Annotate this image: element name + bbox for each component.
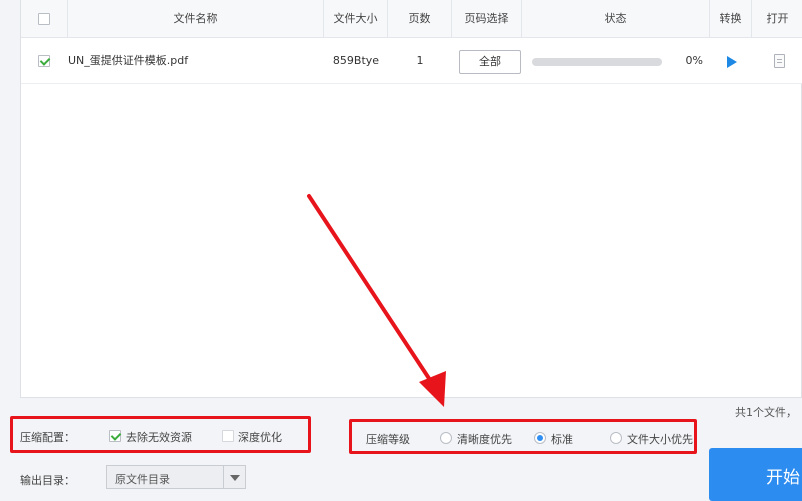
annotation-arrow [307, 194, 446, 407]
arrow-shaft [307, 194, 434, 385]
arrow-head [419, 371, 446, 407]
